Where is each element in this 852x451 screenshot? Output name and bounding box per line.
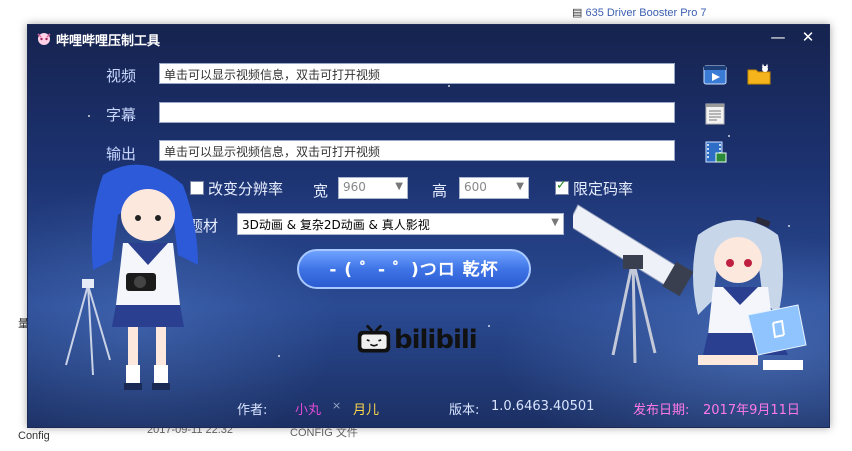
release-date-value: 2017年9月11日 (703, 403, 800, 418)
chevron-down-icon: ▼ (395, 181, 403, 192)
genre-select[interactable]: 3D动画 & 复杂2D动画 & 真人影视 ▼ (237, 213, 564, 235)
bilibili-tv-logo-icon (357, 324, 391, 353)
folder-icon[interactable] (746, 62, 772, 88)
subtitle-file-icon[interactable] (702, 101, 728, 127)
video-label: 视频 (106, 67, 137, 85)
subtitle-label: 字幕 (106, 106, 137, 124)
video-file-icon[interactable] (702, 62, 728, 88)
author-separator: × (332, 399, 342, 412)
author-label: 作者: (237, 403, 268, 418)
version-value: 1.0.6463.40501 (491, 399, 595, 414)
minimize-button[interactable]: — (765, 27, 791, 47)
close-button[interactable]: ✕ (795, 27, 821, 47)
chevron-down-icon: ▼ (551, 217, 559, 228)
app-window: 哔哩哔哩压制工具 — ✕ 视频 单击可以显示视频信息，双击可打开视频 字幕 输出… (27, 24, 830, 428)
title-bar[interactable]: 哔哩哔哩压制工具 — ✕ (28, 25, 829, 51)
release-date-label: 发布日期: (633, 403, 690, 418)
width-select[interactable]: 960 ▼ (338, 177, 408, 199)
width-label: 宽 (313, 182, 329, 200)
start-encode-button[interactable]: - ( ゜- ゜)つロ 乾杯 (297, 249, 531, 289)
subtitle-input[interactable] (159, 102, 675, 123)
app-logo-icon (37, 33, 51, 45)
bilibili-wordmark: bilibili (394, 325, 478, 355)
height-select[interactable]: 600 ▼ (459, 177, 529, 199)
height-label: 高 (432, 182, 448, 200)
right-character-illustration (693, 216, 807, 370)
output-input[interactable]: 单击可以显示视频信息，双击可打开视频 (159, 140, 675, 161)
window-title: 哔哩哔哩压制工具 (56, 34, 161, 49)
output-film-icon[interactable] (702, 139, 728, 165)
height-value: 600 (464, 180, 487, 194)
video-input[interactable]: 单击可以显示视频信息，双击可打开视频 (159, 63, 675, 84)
author-name-1: 小丸 (295, 403, 322, 418)
chevron-down-icon: ▼ (516, 181, 524, 192)
width-value: 960 (343, 180, 366, 194)
check-icon: ✓ (556, 178, 567, 193)
genre-value: 3D动画 & 复杂2D动画 & 真人影视 (242, 218, 430, 232)
left-character-illustration (65, 164, 198, 390)
author-name-2: 月儿 (353, 403, 380, 418)
version-label: 版本: (449, 403, 480, 418)
background-link: ▤ 635 Driver Booster Pro 7 (572, 7, 707, 19)
limit-bitrate-checkbox[interactable]: ✓ (555, 178, 569, 195)
background-file-name: Config (18, 430, 50, 442)
